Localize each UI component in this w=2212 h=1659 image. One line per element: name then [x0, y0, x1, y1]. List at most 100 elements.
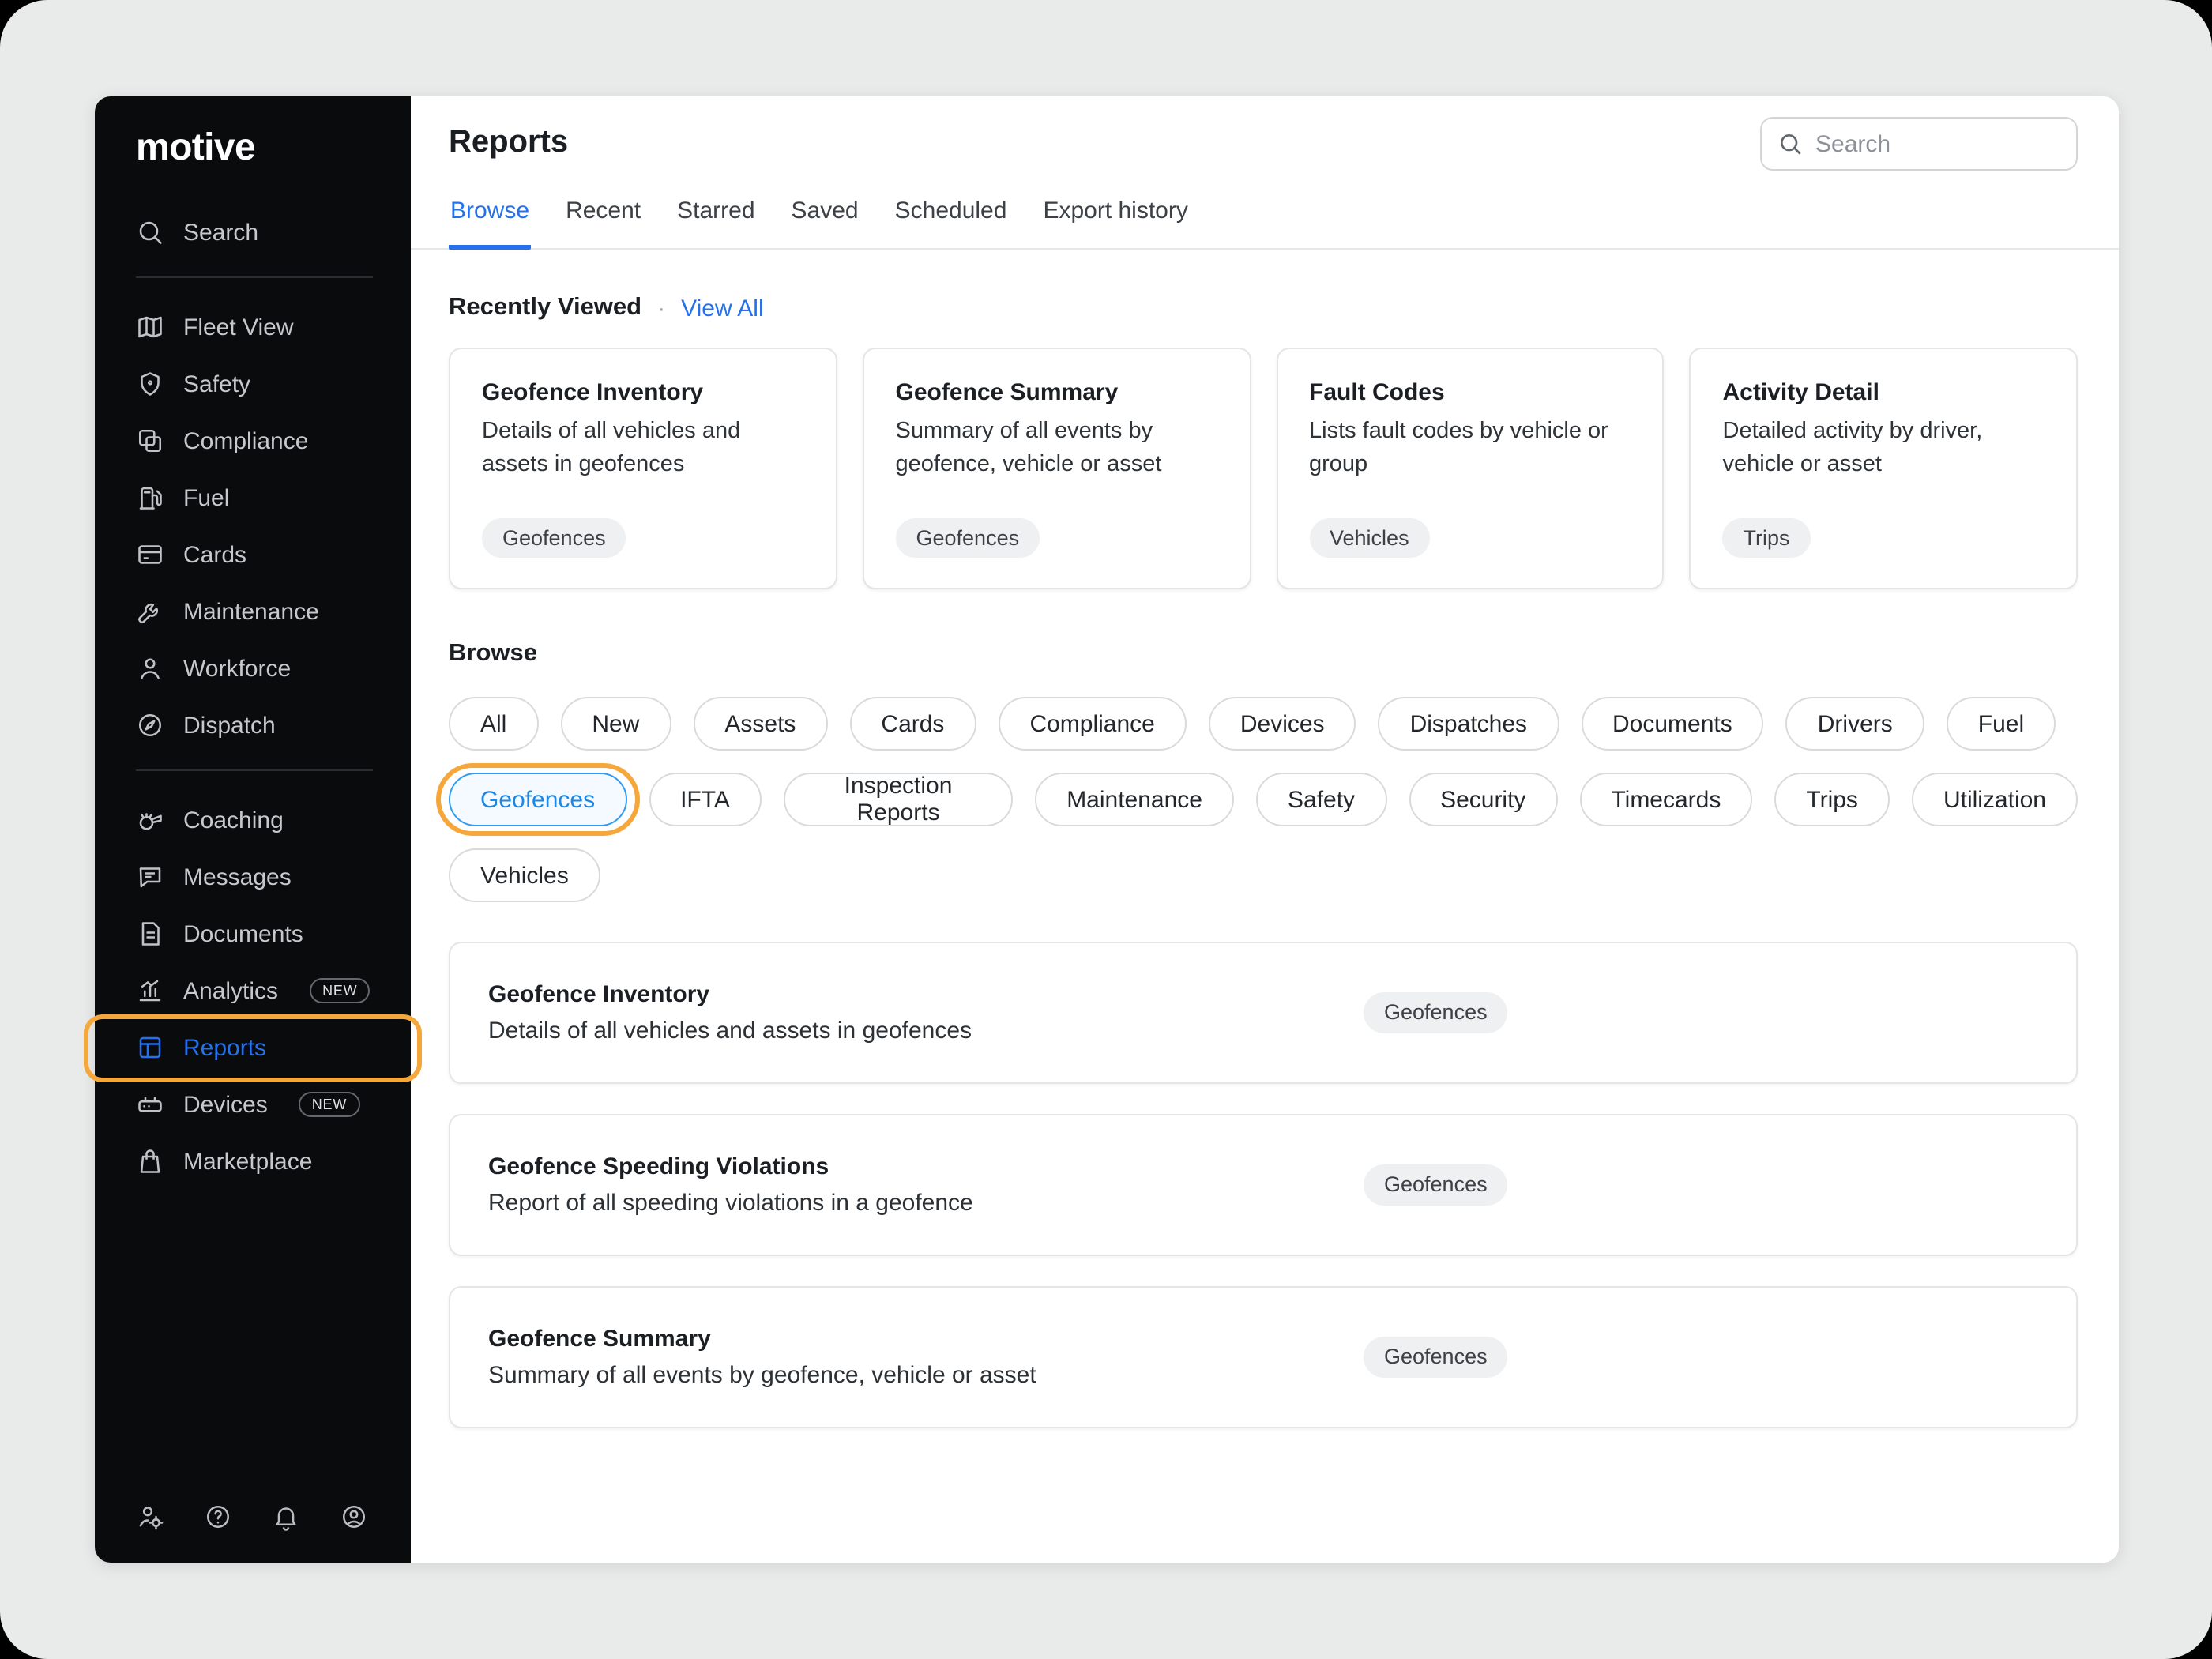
chat-icon [136, 863, 164, 891]
tab-starred[interactable]: Starred [675, 185, 756, 248]
wrench-icon [136, 597, 164, 626]
whistle-icon [136, 806, 164, 834]
map-icon [136, 313, 164, 341]
motive-logo: motive [136, 126, 411, 171]
recently-viewed-header: Recently Viewed · View All [449, 294, 2078, 322]
tab-scheduled[interactable]: Scheduled [893, 185, 1009, 248]
recent-report-card[interactable]: Activity Detail Detailed activity by dri… [1690, 348, 2078, 589]
notifications-icon[interactable] [272, 1503, 300, 1531]
recent-report-card[interactable]: Fault Codes Lists fault codes by vehicle… [1276, 348, 1665, 589]
filter-pill-trips[interactable]: Trips [1774, 773, 1890, 826]
sidebar-item-fleet-view[interactable]: Fleet View [95, 299, 411, 356]
filter-pill-all[interactable]: All [449, 697, 538, 750]
compliance-icon [136, 427, 164, 455]
sidebar-item-cards[interactable]: Cards [95, 526, 411, 583]
desktop-background: motive Search Fleet View Safety Complian… [0, 0, 2212, 1659]
sidebar-item-reports[interactable]: Reports [95, 1019, 411, 1076]
filter-pill-geofences[interactable]: Geofences [449, 773, 626, 826]
app-window: motive Search Fleet View Safety Complian… [95, 96, 2119, 1563]
sidebar-item-label: Reports [183, 1034, 266, 1061]
tab-saved[interactable]: Saved [790, 185, 860, 248]
category-tag: Geofences [1364, 1165, 1508, 1206]
report-tabs: Browse Recent Starred Saved Scheduled Ex… [411, 185, 2119, 250]
filter-pill-dispatches[interactable]: Dispatches [1379, 697, 1559, 750]
sidebar-item-maintenance[interactable]: Maintenance [95, 583, 411, 640]
filter-pill-timecards[interactable]: Timecards [1579, 773, 1752, 826]
sidebar-item-marketplace[interactable]: Marketplace [95, 1133, 411, 1190]
report-description: Report of all speeding violations in a g… [488, 1190, 1364, 1217]
sidebar-item-label: Documents [183, 920, 303, 947]
sidebar-divider [136, 276, 373, 278]
admin-settings-icon[interactable] [136, 1503, 164, 1531]
report-title: Geofence Summary [488, 1326, 1364, 1352]
profile-icon[interactable] [340, 1503, 368, 1531]
sidebar-item-messages[interactable]: Messages [95, 848, 411, 905]
tab-recent[interactable]: Recent [564, 185, 642, 248]
view-all-link[interactable]: View All [681, 295, 764, 322]
filter-pill-fuel[interactable]: Fuel [1947, 697, 2056, 750]
filter-pill-ifta[interactable]: IFTA [649, 773, 762, 826]
card-description: Lists fault codes by vehicle or group [1309, 416, 1631, 480]
filter-pill-safety[interactable]: Safety [1256, 773, 1386, 826]
filter-pill-new[interactable]: New [560, 697, 671, 750]
filter-pill-security[interactable]: Security [1409, 773, 1557, 826]
shopping-bag-icon [136, 1147, 164, 1176]
filter-pill-utilization[interactable]: Utilization [1912, 773, 2078, 826]
filter-row-1: All New Assets Cards Compliance Devices … [449, 697, 2078, 750]
sidebar-item-fuel[interactable]: Fuel [95, 469, 411, 526]
filter-pill-devices[interactable]: Devices [1209, 697, 1356, 750]
sidebar-item-label: Marketplace [183, 1148, 312, 1175]
filter-pill-compliance[interactable]: Compliance [998, 697, 1186, 750]
card-title: Geofence Inventory [482, 379, 804, 406]
card-description: Detailed activity by driver, vehicle or … [1723, 416, 2045, 480]
report-description: Summary of all events by geofence, vehic… [488, 1362, 1364, 1389]
filter-pill-drivers[interactable]: Drivers [1786, 697, 1924, 750]
main-content: Reports Browse Recent Starred Saved Sche… [411, 96, 2119, 1563]
tab-export-history[interactable]: Export history [1041, 185, 1189, 248]
content-area: Recently Viewed · View All Geofence Inve… [411, 294, 2119, 1496]
sidebar-item-label: Cards [183, 541, 246, 568]
sidebar-item-coaching[interactable]: Coaching [95, 792, 411, 848]
card-description: Summary of all events by geofence, vehic… [896, 416, 1218, 480]
separator-dot: · [657, 295, 665, 322]
recently-viewed-title: Recently Viewed [449, 294, 641, 322]
stage: motive Search Fleet View Safety Complian… [0, 0, 2212, 1659]
filter-pill-vehicles[interactable]: Vehicles [449, 848, 600, 902]
sidebar-item-documents[interactable]: Documents [95, 905, 411, 962]
sidebar-item-label: Messages [183, 863, 292, 890]
recent-report-card[interactable]: Geofence Inventory Details of all vehicl… [449, 348, 837, 589]
filter-pill-cards[interactable]: Cards [849, 697, 976, 750]
report-list-item[interactable]: Geofence Summary Summary of all events b… [449, 1286, 2078, 1428]
category-tag: Geofences [896, 517, 1040, 558]
filter-pill-maintenance[interactable]: Maintenance [1035, 773, 1234, 826]
sidebar-item-search[interactable]: Search [95, 204, 411, 261]
help-icon[interactable] [204, 1503, 232, 1531]
new-badge: NEW [299, 1092, 359, 1117]
fuel-pump-icon [136, 483, 164, 512]
compass-icon [136, 711, 164, 739]
report-list-item[interactable]: Geofence Inventory Details of all vehicl… [449, 942, 2078, 1084]
sidebar-item-dispatch[interactable]: Dispatch [95, 697, 411, 754]
report-list-item[interactable]: Geofence Speeding Violations Report of a… [449, 1114, 2078, 1256]
recent-report-card[interactable]: Geofence Summary Summary of all events b… [863, 348, 1251, 589]
report-search-box[interactable] [1760, 117, 2078, 171]
sidebar-item-analytics[interactable]: Analytics NEW [95, 962, 411, 1019]
search-icon [1778, 131, 1803, 156]
device-icon [136, 1090, 164, 1119]
sidebar-item-label: Fuel [183, 484, 229, 511]
filter-pill-assets[interactable]: Assets [693, 697, 827, 750]
report-title: Geofence Speeding Violations [488, 1153, 1364, 1180]
report-search-input[interactable] [1815, 130, 2119, 157]
tab-browse[interactable]: Browse [449, 185, 531, 250]
sidebar-item-safety[interactable]: Safety [95, 356, 411, 412]
filter-pill-documents[interactable]: Documents [1581, 697, 1764, 750]
sidebar-item-label: Analytics [183, 977, 278, 1004]
category-tag: Geofences [1364, 993, 1508, 1033]
sidebar-item-label: Maintenance [183, 598, 319, 625]
category-tag: Geofences [1364, 1337, 1508, 1378]
filter-pill-inspection-reports[interactable]: Inspection Reports [784, 773, 1013, 826]
sidebar-item-workforce[interactable]: Workforce [95, 640, 411, 697]
sidebar-item-devices[interactable]: Devices NEW [95, 1076, 411, 1133]
report-title: Geofence Inventory [488, 981, 1364, 1008]
sidebar-item-compliance[interactable]: Compliance [95, 412, 411, 469]
